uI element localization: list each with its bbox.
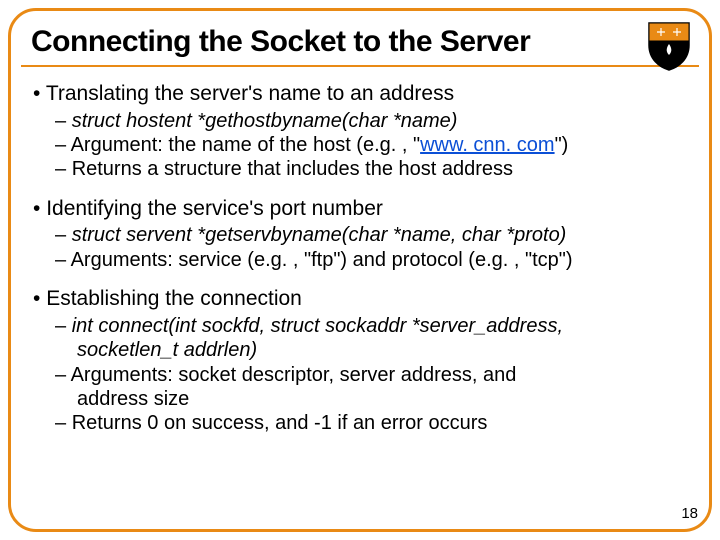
title-row: Connecting the Socket to the Server [11, 11, 709, 65]
bullet-1: • Translating the server's name to an ad… [33, 81, 687, 107]
sub-3-2b: address size [77, 387, 687, 411]
slide-title: Connecting the Socket to the Server [31, 25, 689, 59]
sub-1-3: – Returns a structure that includes the … [55, 157, 687, 181]
slide-frame: Connecting the Socket to the Server • Tr… [8, 8, 712, 532]
page-number: 18 [681, 505, 698, 522]
sub-1-2: – Argument: the name of the host (e.g. ,… [55, 133, 687, 157]
sub-1-1: – struct hostent *gethostbyname(char *na… [55, 109, 687, 133]
sub-3-1: – int connect(int sockfd, struct sockadd… [55, 314, 687, 338]
sub-3-3: – Returns 0 on success, and -1 if an err… [55, 411, 687, 435]
link-cnn[interactable]: www. cnn. com [420, 134, 554, 156]
bullet-3: • Establishing the connection [33, 286, 687, 312]
sub-3-1b: socketlen_t addrlen) [77, 338, 687, 362]
bullet-2: • Identifying the service's port number [33, 196, 687, 222]
sub-2-1: – struct servent *getservbyname(char *na… [55, 223, 687, 247]
princeton-shield-icon [647, 21, 691, 71]
sub-2-2: – Arguments: service (e.g. , "ftp") and … [55, 248, 687, 272]
sub-3-2: – Arguments: socket descriptor, server a… [55, 363, 687, 387]
slide-content: • Translating the server's name to an ad… [11, 67, 709, 436]
